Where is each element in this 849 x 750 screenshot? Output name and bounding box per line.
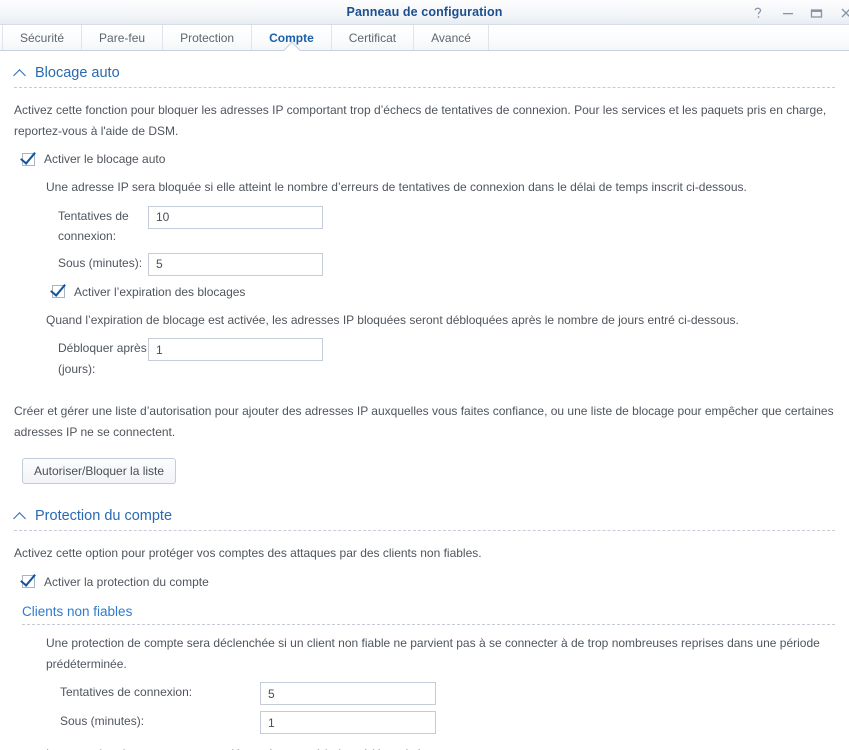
cancel-protection-hint: La protection de compte sera annulée apr…: [14, 734, 835, 750]
window-controls: [745, 0, 849, 25]
window-title: Panneau de configuration: [346, 5, 503, 19]
tab-avance[interactable]: Avancé: [414, 25, 489, 50]
tab-securite[interactable]: Sécurité: [2, 25, 83, 50]
unblock-after-label-line2: (jours):: [58, 361, 96, 376]
unblock-after-label: Débloquer après (jours):: [14, 338, 148, 379]
block-expiration-hint: Quand l’expiration de blocage est activé…: [46, 312, 739, 327]
checkbox-icon[interactable]: [22, 575, 35, 589]
ap-within-minutes-row: Sous (minutes):: [14, 705, 835, 735]
subheading-untrusted-clients: Clients non fiables: [22, 603, 133, 619]
ap-within-minutes-label: Sous (minutes):: [60, 714, 145, 729]
untrusted-clients-hint: Une protection de compte sera déclenchée…: [46, 635, 820, 671]
section-header-auto-block[interactable]: Blocage auto: [14, 51, 835, 87]
checkbox-icon[interactable]: [22, 152, 35, 166]
tab-bar: Sécurité Pare-feu Protection Compte Cert…: [0, 25, 849, 51]
login-attempts-input[interactable]: [148, 205, 323, 229]
login-attempts-label-line2: connexion:: [58, 229, 117, 244]
login-attempts-row: Tentatives de connexion:: [14, 200, 835, 247]
enable-account-protection-checkbox-row[interactable]: Activer la protection du compte: [14, 566, 835, 592]
close-icon[interactable]: [832, 0, 849, 25]
unblock-after-input[interactable]: [148, 338, 323, 362]
account-protection-description: Activez cette option pour protéger vos c…: [14, 546, 482, 561]
chevron-up-icon: [14, 67, 26, 79]
settings-content: Blocage auto Activez cette fonction pour…: [0, 51, 849, 750]
window-titlebar: Panneau de configuration: [0, 0, 849, 25]
chevron-up-icon: [14, 510, 26, 522]
within-minutes-row: Sous (minutes):: [14, 247, 835, 276]
unblock-fields: Débloquer après (jours):: [14, 332, 835, 379]
enable-block-expiration-label: Activer l’expiration des blocages: [74, 284, 246, 299]
ap-login-attempts-label: Tentatives de connexion:: [60, 685, 193, 700]
section-title-auto-block: Blocage auto: [35, 65, 120, 81]
within-minutes-label: Sous (minutes):: [58, 255, 143, 270]
within-minutes-input[interactable]: [148, 252, 323, 276]
enable-account-protection-label: Activer la protection du compte: [44, 574, 209, 589]
auto-block-fields: Tentatives de connexion: Sous (minutes):: [14, 200, 835, 276]
section-title-account-protection: Protection du compte: [35, 508, 173, 525]
tab-protection[interactable]: Protection: [163, 25, 253, 50]
tab-compte[interactable]: Compte: [252, 25, 332, 50]
tab-pare-feu[interactable]: Pare-feu: [82, 25, 164, 50]
tab-certificat[interactable]: Certificat: [332, 25, 415, 50]
checkbox-icon[interactable]: [52, 285, 65, 299]
ap-login-attempts-input[interactable]: [260, 682, 436, 706]
section-header-account-protection[interactable]: Protection du compte: [14, 484, 835, 530]
unblock-after-label-line1: Débloquer après: [58, 341, 147, 356]
allow-block-list-button[interactable]: Autoriser/Bloquer la liste: [22, 458, 177, 485]
section-divider-auto-block: [14, 87, 835, 88]
auto-block-hint: Une adresse IP sera bloquée si elle atte…: [46, 180, 747, 195]
account-protection-fields: Tentatives de connexion: Sous (minutes):: [14, 676, 835, 735]
help-icon[interactable]: [745, 0, 772, 25]
login-attempts-label-line1: Tentatives de: [58, 208, 129, 223]
enable-auto-block-checkbox-row[interactable]: Activer le blocage auto: [14, 143, 835, 169]
ap-login-attempts-row: Tentatives de connexion:: [14, 676, 835, 706]
minimize-icon[interactable]: [774, 0, 801, 25]
maximize-icon[interactable]: [803, 0, 830, 25]
allow-block-list-description: Créer et gérer une liste d’autorisation …: [14, 404, 834, 439]
auto-block-description: Activez cette fonction pour bloquer les …: [14, 103, 827, 138]
login-attempts-label: Tentatives de connexion:: [14, 206, 148, 247]
enable-block-expiration-checkbox-row[interactable]: Activer l’expiration des blocages: [14, 276, 835, 302]
ap-within-minutes-input[interactable]: [260, 711, 436, 735]
enable-auto-block-label: Activer le blocage auto: [44, 152, 166, 167]
section-divider-account-protection: [14, 530, 835, 532]
unblock-after-row: Débloquer après (jours):: [14, 332, 835, 379]
